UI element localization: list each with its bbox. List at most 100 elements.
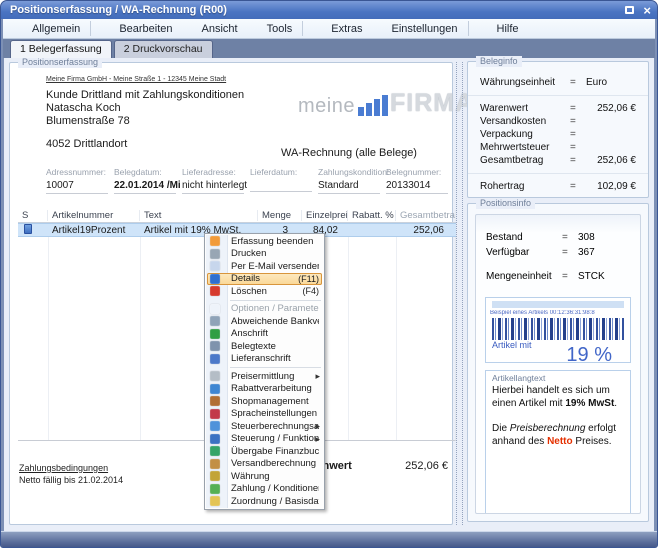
context-menu-item[interactable]: Steuerung / Funktionen: [205, 433, 324, 446]
context-menu-item[interactable]: Steuerberechnungsart: [205, 420, 324, 433]
context-menu-item[interactable]: Anschrift: [205, 328, 324, 341]
menubar-item[interactable]: Hilfe: [474, 21, 525, 36]
edit-icon: [102, 22, 115, 35]
header-field: Belegnummer: 20133014: [386, 167, 448, 194]
positionsinfo-row: Verfügbar = 367: [476, 246, 640, 259]
info-label: Versandkosten: [480, 115, 570, 128]
menubar-item[interactable]: Extras: [308, 21, 368, 36]
equals-sign: =: [570, 154, 586, 167]
row-status-icon: [24, 224, 32, 234]
payment-terms-link[interactable]: Zahlungsbedingungen: [19, 463, 123, 473]
info-label: Währungseinheit: [480, 76, 570, 89]
beleginfo-row: Währungseinheit = Euro: [468, 76, 648, 96]
context-menu-item[interactable]: Zuordnung / Basisdaten: [205, 495, 324, 508]
printer-icon: [210, 249, 220, 259]
payment-terms: Zahlungsbedingungen Netto fällig bis 21.…: [19, 463, 123, 485]
menu-separator: [230, 300, 321, 301]
field-value[interactable]: nicht hinterlegt: [182, 180, 244, 194]
tab-druckvorschau[interactable]: 2 Druckvorschau: [114, 40, 213, 58]
context-menu-item[interactable]: Versandberechnung: [205, 458, 324, 471]
field-value[interactable]: 22.01.2014 /Mi: [114, 180, 176, 194]
exit-icon: [210, 236, 220, 246]
delivery-address-icon: [210, 354, 220, 364]
field-value[interactable]: [250, 180, 312, 192]
menubar-item-label: Allgemein: [32, 23, 80, 35]
context-menu-item-label: Per E-Mail versenden: [231, 261, 319, 272]
column-header-gesamtbetrag[interactable]: Gesamtbetrag: [396, 210, 456, 221]
info-label: Rohertrag: [480, 180, 570, 193]
settings-icon: [374, 22, 387, 35]
context-menu-item[interactable]: Abweichende Bankverbindung: [205, 315, 324, 328]
help-icon: [480, 22, 493, 35]
panel-splitter[interactable]: [456, 62, 463, 525]
delete-icon: [210, 286, 220, 296]
menubar-item[interactable]: Allgemein: [9, 21, 91, 36]
context-menu-item-label: Erfassung beenden: [231, 236, 313, 247]
context-menu-item[interactable]: Übergabe Finanzbuchhaltung: [205, 445, 324, 458]
restore-button[interactable]: [624, 5, 636, 16]
document-type: WA-Rechnung (alle Belege): [250, 147, 448, 159]
context-menu-item[interactable]: Währung: [205, 470, 324, 483]
groupbox-label: Positionsinfo: [476, 198, 535, 209]
header-fields: Adressnummer: 10007 Belegdatum: 22.01.20…: [46, 167, 448, 194]
window-bottom-edge: [1, 531, 657, 547]
context-menu-item[interactable]: Shopmanagement: [205, 395, 324, 408]
equals-sign: =: [570, 102, 586, 115]
content-area: Positionserfassung Meine Firma GmbH - Me…: [4, 58, 654, 531]
image-caption: Beispiel eines Artikels 00:12:36:31:98:8: [490, 310, 626, 317]
context-menu-item[interactable]: Drucken: [205, 248, 324, 261]
field-value[interactable]: 20133014: [386, 180, 448, 194]
equals-sign: =: [570, 115, 586, 128]
equals-sign: =: [570, 180, 586, 193]
tab-belegerfassung[interactable]: 1 Belegerfassung: [10, 40, 112, 58]
context-menu-item[interactable]: Per E-Mail versenden: [205, 260, 324, 273]
column-header-s[interactable]: S: [18, 210, 48, 221]
column-header-rabatt[interactable]: Rabatt. %: [348, 210, 396, 221]
langtext-paragraph-1: Hierbei handelt es sich um einen Artikel…: [492, 384, 624, 410]
header-field: Zahlungskondition: Standard: [318, 167, 380, 194]
context-menu-item[interactable]: Spracheinstellungen: [205, 408, 324, 421]
context-menu-item[interactable]: Rabattverarbeitung: [205, 383, 324, 396]
context-menu-item[interactable]: Preisermittlung: [205, 370, 324, 383]
column-header-einzelpreis[interactable]: Einzelpreis: [302, 210, 348, 221]
article-image: Beispiel eines Artikels 00:12:36:31:98:8…: [485, 297, 631, 363]
close-button[interactable]: ×: [643, 5, 651, 16]
menubar-item[interactable]: Tools: [244, 21, 304, 36]
context-menu-item-label: Anschrift: [231, 328, 268, 339]
city: 4052 Drittlandort: [46, 138, 127, 150]
context-menu-item[interactable]: Erfassung beenden: [205, 235, 324, 248]
context-menu-item[interactable]: Details (F11): [207, 273, 322, 286]
field-value[interactable]: 10007: [46, 180, 108, 194]
pricing-icon: [210, 371, 220, 381]
info-value: 252,06 €: [586, 102, 636, 115]
artikellangtext-label: Artikellangtext: [492, 373, 624, 383]
menu-separator: [230, 367, 321, 368]
beleginfo-row: Warenwert = 252,06 €: [468, 102, 648, 115]
header-field: Lieferdatum:: [250, 167, 312, 194]
table-header: S Artikelnummer Text Menge Einzelpreis R…: [18, 209, 456, 223]
currency-icon: [210, 471, 220, 481]
context-menu-item[interactable]: Zahlung / Konditionen: [205, 483, 324, 496]
menubar-item-label: Extras: [331, 23, 362, 35]
info-value: Euro: [586, 76, 636, 89]
logo-bars-icon: [358, 95, 388, 116]
titlebar: Positionserfassung / WA-Rechnung (R00) ×: [1, 1, 657, 19]
column-header-artikelnummer[interactable]: Artikelnummer: [48, 210, 140, 221]
context-menu-item[interactable]: Lieferanschrift: [205, 353, 324, 366]
context-menu-item[interactable]: Belegtexte: [205, 340, 324, 353]
cell-gesamtbetrag: 252,06: [396, 225, 456, 236]
document-icon: [210, 341, 220, 351]
bank-icon: [210, 316, 220, 326]
field-value[interactable]: Standard: [318, 180, 380, 194]
context-menu-item-label: Drucken: [231, 248, 266, 259]
menubar-item-label: Tools: [267, 23, 293, 35]
context-menu-item[interactable]: Löschen (F4): [205, 285, 324, 298]
column-header-text[interactable]: Text: [140, 210, 258, 221]
beleginfo-row: Verpackung =: [468, 128, 648, 141]
menubar-item[interactable]: Ansicht: [179, 21, 244, 36]
image-top-band: [492, 301, 624, 308]
context-menu: Erfassung beenden Drucken Per E-Mail ver…: [204, 233, 325, 510]
column-header-menge[interactable]: Menge: [258, 210, 302, 221]
menubar-item[interactable]: Bearbeiten: [96, 21, 178, 36]
menubar-item[interactable]: Einstellungen: [368, 21, 468, 36]
